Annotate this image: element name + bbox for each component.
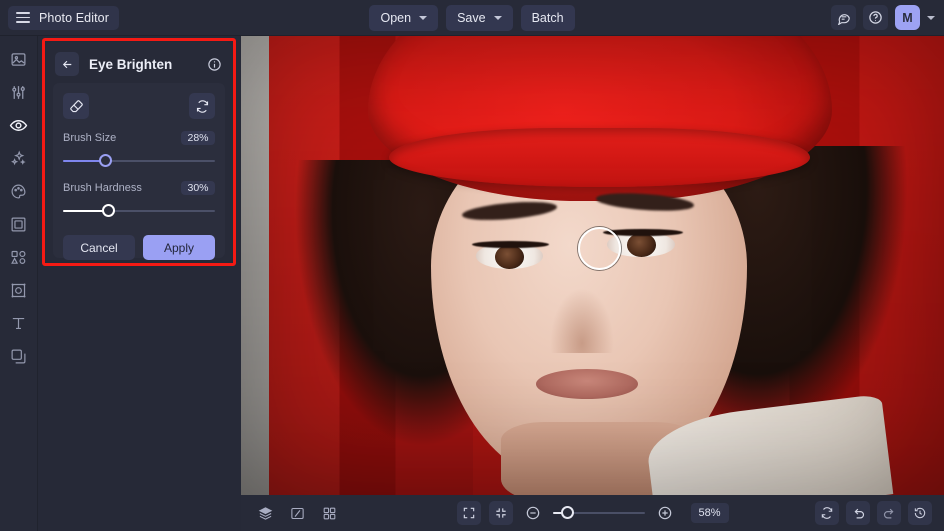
image-canvas[interactable]	[241, 36, 944, 495]
zoom-level-value[interactable]: 58%	[690, 503, 729, 523]
save-button[interactable]: Save	[446, 4, 513, 31]
feedback-button[interactable]	[831, 5, 856, 30]
zoom-slider[interactable]	[552, 505, 645, 521]
chevron-down-icon	[419, 15, 428, 20]
batch-button-label: Batch	[531, 10, 564, 25]
palette-icon	[11, 184, 26, 199]
sidebar-item-frames[interactable]	[5, 213, 33, 236]
compare-button[interactable]	[285, 501, 309, 525]
account-chevron-down-icon[interactable]	[927, 15, 935, 20]
comment-icon	[837, 13, 850, 25]
bottom-toolbar: 58%	[241, 495, 944, 531]
history-button[interactable]	[908, 501, 932, 525]
layers-overlap-icon	[11, 349, 26, 364]
sidebar-item-text[interactable]	[5, 312, 33, 335]
fit-screen-button[interactable]	[456, 501, 481, 525]
image-icon	[11, 53, 26, 66]
bottombar-left-group	[253, 501, 341, 525]
plus-circle-icon	[658, 506, 671, 520]
help-button[interactable]	[863, 5, 888, 30]
minus-circle-icon	[526, 506, 539, 520]
layers-button[interactable]	[253, 501, 277, 525]
hamburger-icon	[16, 12, 30, 23]
zoom-out-button[interactable]	[521, 501, 545, 525]
left-tool-rail	[0, 36, 38, 531]
compare-split-icon	[290, 507, 304, 519]
portrait-photo	[241, 36, 944, 495]
zoom-slider-knob[interactable]	[560, 506, 574, 519]
sliders-icon	[12, 86, 25, 99]
undo-button[interactable]	[846, 501, 870, 525]
fit-screen-icon	[463, 507, 474, 519]
shapes-icon	[11, 250, 26, 264]
redo-button[interactable]	[877, 501, 901, 525]
photo-vignette	[241, 36, 944, 495]
redo-arrow-icon	[883, 508, 893, 518]
batch-button[interactable]: Batch	[520, 4, 575, 31]
reset-button[interactable]	[815, 501, 839, 525]
sidebar-item-image[interactable]	[5, 48, 33, 71]
topbar-center-group: Open Save Batch	[0, 4, 944, 31]
sidebar-item-layers[interactable]	[5, 345, 33, 368]
sidebar-item-focus[interactable]	[5, 279, 33, 302]
photo-editor-app: Photo Editor Open Save Batch M 58% Eye B…	[0, 0, 944, 531]
sidebar-item-shapes[interactable]	[5, 246, 33, 269]
undo-arrow-icon	[854, 508, 864, 518]
avatar[interactable]: M	[895, 5, 920, 30]
zoom-in-button[interactable]	[653, 501, 677, 525]
grid-four-icon	[323, 507, 335, 519]
collapse-arrows-icon	[495, 508, 506, 518]
annotation-highlight-box	[42, 38, 236, 266]
chevron-down-icon	[493, 15, 502, 20]
eye-icon	[9, 120, 28, 131]
app-title: Photo Editor	[39, 10, 109, 25]
text-t-icon	[12, 317, 25, 330]
fullscreen-button[interactable]	[488, 501, 513, 525]
open-button-label: Open	[380, 10, 412, 25]
sidebar-item-effects[interactable]	[5, 147, 33, 170]
sidebar-item-color[interactable]	[5, 180, 33, 203]
help-circle-icon	[869, 11, 882, 24]
history-clock-icon	[914, 507, 926, 519]
top-toolbar: Photo Editor Open Save Batch M	[0, 0, 944, 36]
frame-icon	[11, 217, 26, 232]
avatar-initial: M	[902, 10, 913, 25]
sidebar-item-adjust[interactable]	[5, 81, 33, 104]
save-button-label: Save	[457, 10, 486, 25]
focus-icon	[11, 283, 26, 298]
reset-rotate-icon	[821, 507, 833, 519]
bottombar-right-group	[815, 501, 932, 525]
sparkles-icon	[11, 150, 26, 166]
grid-button[interactable]	[317, 501, 341, 525]
open-button[interactable]: Open	[369, 4, 439, 31]
app-menu-button[interactable]: Photo Editor	[8, 5, 119, 30]
stack-icon	[258, 506, 272, 520]
topbar-right-group: M	[831, 5, 935, 30]
sidebar-item-retouch[interactable]	[5, 114, 33, 137]
topbar-left-group: Photo Editor	[0, 5, 119, 30]
